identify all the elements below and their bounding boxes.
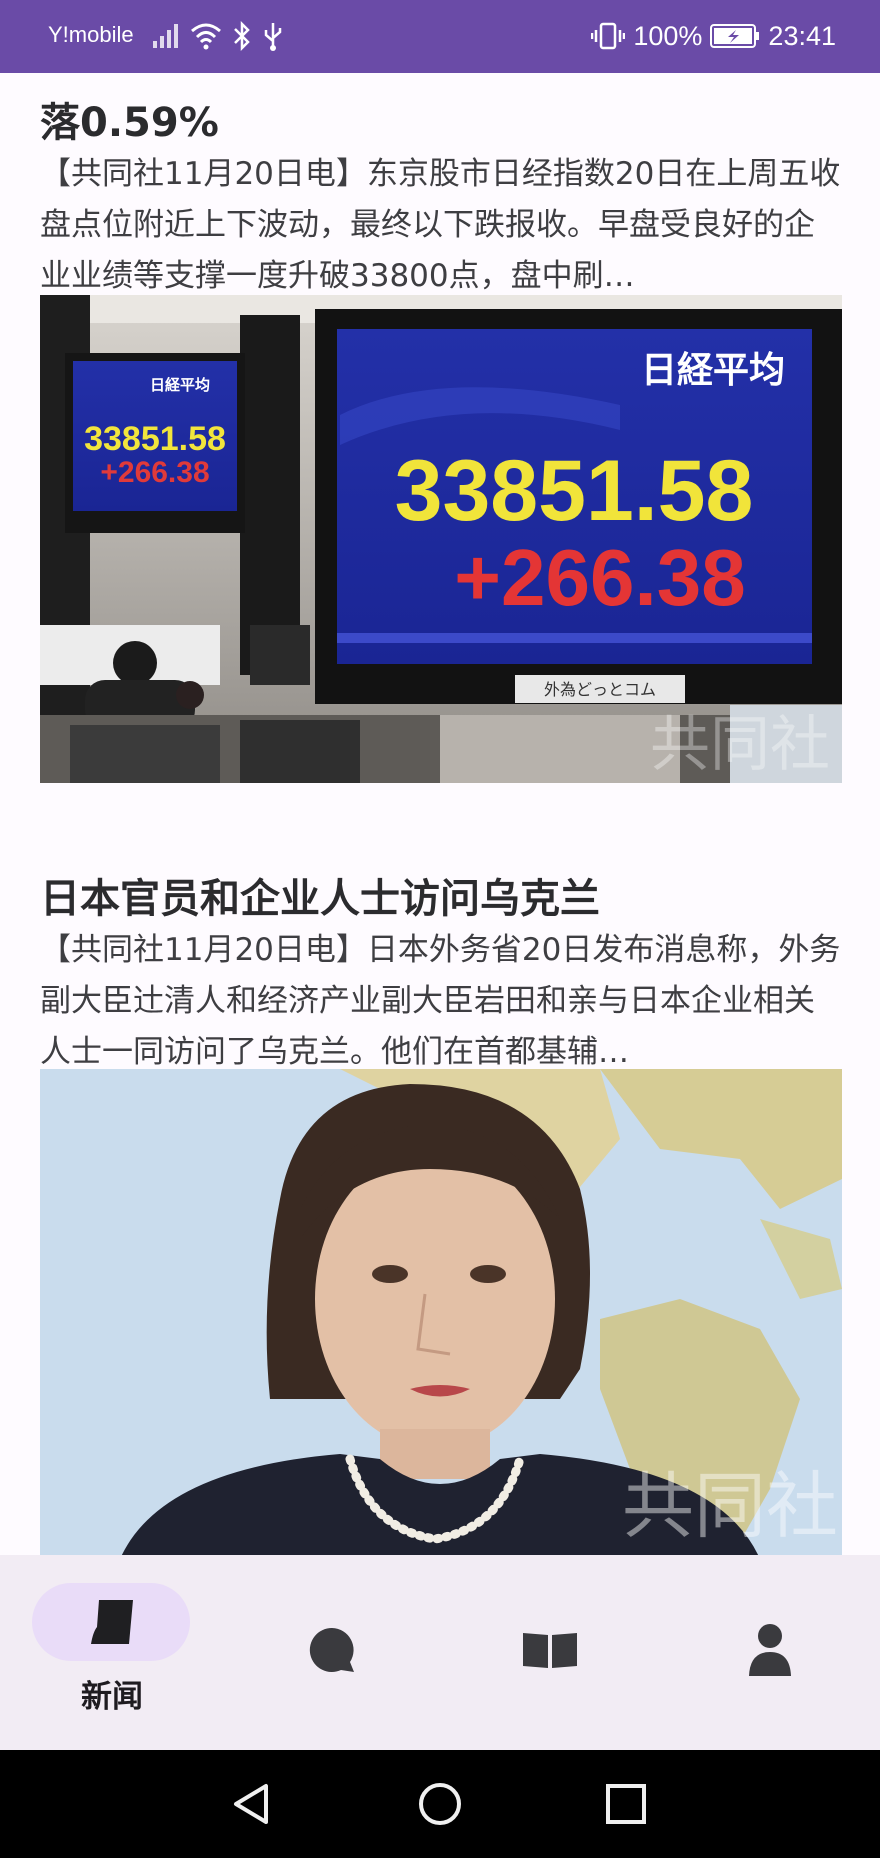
bluetooth-icon [234, 21, 250, 51]
carrier-name: Y!mobile [48, 22, 134, 47]
board-title: 日経平均 [641, 350, 785, 391]
bottom-navigation: 新闻 [0, 1555, 880, 1750]
photo-watermark: 共同社 [650, 710, 830, 780]
stock-board-photo: 日経平均 33851.58 +266.38 日経平均 33851.58 +266… [40, 295, 842, 783]
chat-icon [309, 1627, 354, 1672]
article-summary: 【共同社11月20日电】东京股市日经指数20日在上周五收盘点位附近上下波动，最终… [40, 156, 841, 294]
article-title: 日本官员和企业人士访问乌克兰 [40, 876, 600, 922]
signal-icon [153, 24, 178, 48]
small-board-title: 日経平均 [150, 376, 210, 394]
news-icon [91, 1600, 133, 1644]
board-footer: 外為どっとコム [544, 680, 656, 699]
nav-label-news: 新闻 [81, 1679, 143, 1715]
system-navigation-bar [0, 1750, 880, 1858]
home-icon[interactable] [418, 1782, 462, 1826]
back-icon[interactable] [230, 1782, 274, 1826]
book-icon [523, 1633, 577, 1668]
small-change-value: +266.38 [100, 456, 209, 489]
vibrate-icon [591, 22, 626, 50]
article-title: 落0.59% [40, 100, 219, 146]
clock: 23:41 [768, 20, 836, 51]
article-image[interactable]: 日経平均 33851.58 +266.38 日経平均 33851.58 +266… [40, 295, 842, 783]
board-index-value: 33851.58 [395, 443, 754, 539]
status-icons-right: 100% 23:41 [591, 18, 836, 54]
nav-tab-chat[interactable] [252, 1583, 412, 1733]
usb-icon [264, 23, 282, 51]
news-article[interactable]: 日本官员和企业人士访问乌克兰 【共同社11月20日电】日本外务省20日发布消息称… [40, 873, 842, 1078]
photo-watermark: 共同社 [622, 1464, 838, 1548]
nav-tab-reading[interactable] [470, 1583, 630, 1733]
article-summary: 【共同社11月20日电】日本外务省20日发布消息称，外务副大臣辻清人和经济产业副… [40, 932, 841, 1070]
news-article[interactable]: 落0.59% 【共同社11月20日电】东京股市日经指数20日在上周五收盘点位附近… [40, 97, 842, 302]
nav-tab-profile[interactable] [690, 1583, 850, 1733]
board-change-value: +266.38 [454, 533, 745, 622]
article-image[interactable]: 共同社 [40, 1069, 842, 1555]
official-portrait-photo: 共同社 [40, 1069, 842, 1555]
wifi-icon [191, 23, 221, 50]
profile-icon [749, 1624, 791, 1676]
small-index-value: 33851.58 [84, 420, 226, 458]
battery-icon [710, 24, 760, 48]
battery-percent: 100% [633, 20, 703, 51]
recents-icon[interactable] [604, 1782, 648, 1826]
news-feed[interactable]: 落0.59% 【共同社11月20日电】东京股市日经指数20日在上周五收盘点位附近… [0, 73, 880, 1555]
status-icons-left [152, 18, 284, 54]
nav-tab-news[interactable]: 新闻 [32, 1583, 192, 1733]
status-bar: Y!mobile 100% 23:41 [0, 0, 880, 73]
